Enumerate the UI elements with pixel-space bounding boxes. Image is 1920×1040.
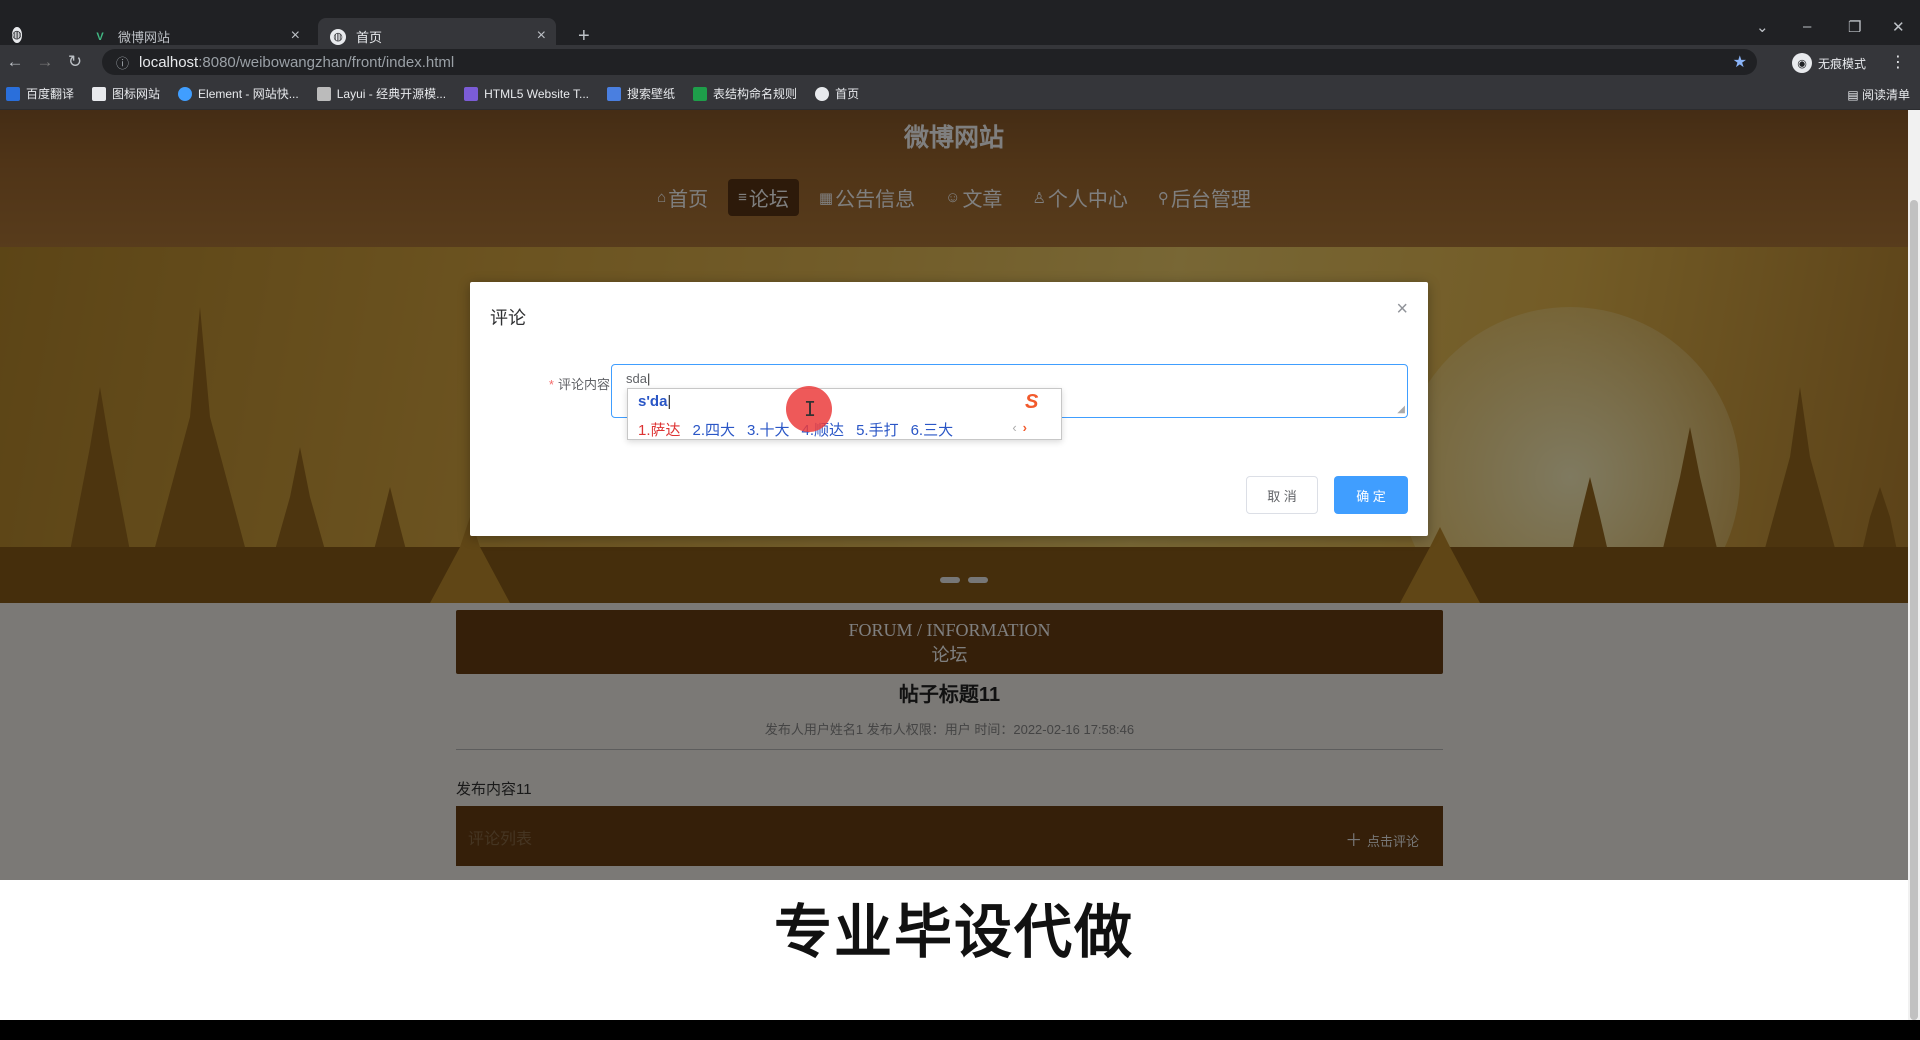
watermark-text: 专业毕设代做 bbox=[773, 900, 1134, 965]
vue-icon: V bbox=[96, 30, 104, 43]
browser-toolbar: ← → ↻ ⓘ localhost:8080/weibowangzhan/fro… bbox=[0, 45, 1920, 78]
tab-home-title: 首页 bbox=[356, 30, 383, 45]
url-host: localhost bbox=[139, 53, 199, 71]
incognito-indicator[interactable]: ◉ 无痕模式 bbox=[1792, 53, 1866, 73]
ime-candidate[interactable]: 2.四大 bbox=[693, 419, 736, 440]
ime-candidate-window: s'da| S 1.萨达 2.四大 3.十大 4.顺达 5.手打 6.三大 ‹› bbox=[627, 388, 1062, 440]
cancel-button[interactable]: 取 消 bbox=[1246, 476, 1318, 514]
ime-candidate[interactable]: 3.十大 bbox=[747, 419, 790, 440]
reading-list-label: 阅读清单 bbox=[1861, 88, 1910, 102]
chevron-left-icon[interactable]: ‹ bbox=[1012, 420, 1022, 435]
web-page: 微博网站 ⌂首页 ≡论坛 ▦公告信息 ☺文章 ♙个人中心 ⚲后台管理 bbox=[0, 110, 1908, 1020]
element-icon bbox=[178, 86, 193, 101]
bookmark-label: HTML5 Website T... bbox=[484, 86, 590, 101]
incognito-icon: ◉ bbox=[1792, 53, 1812, 73]
bookmark-label: Layui - 经典开源模... bbox=[336, 87, 447, 101]
resize-grip-icon[interactable]: ◢ bbox=[1397, 404, 1405, 415]
minimize-icon[interactable]: – bbox=[1803, 18, 1811, 35]
reading-list[interactable]: ▤ 阅读清单 bbox=[1847, 86, 1910, 103]
sogou-logo-icon: S bbox=[1025, 391, 1039, 413]
url-path: :8080/weibowangzhan/front/index.html bbox=[198, 53, 455, 71]
bookmark-label: Element - 网站快... bbox=[198, 87, 299, 101]
required-mark: * bbox=[548, 377, 554, 392]
close-window-icon[interactable]: ✕ bbox=[1892, 18, 1905, 36]
screen-bottom-edge bbox=[0, 1020, 1920, 1040]
reading-list-icon: ▤ bbox=[1847, 88, 1862, 102]
globe-icon bbox=[815, 86, 830, 101]
close-icon[interactable]: × bbox=[291, 27, 300, 45]
close-icon[interactable]: × bbox=[1396, 298, 1408, 321]
bookmark-item[interactable]: 表结构命名规则 bbox=[693, 85, 797, 102]
tab-weibo-title: 微博网站 bbox=[118, 30, 171, 45]
sheet-icon bbox=[693, 86, 708, 101]
bookmark-label: 百度翻译 bbox=[26, 87, 75, 101]
ime-candidate[interactable]: 6.三大 bbox=[911, 419, 954, 440]
wallpaper-icon bbox=[607, 86, 622, 101]
page-scrollbar[interactable] bbox=[1908, 110, 1920, 1020]
text-cursor-icon: I bbox=[804, 397, 817, 421]
comment-textarea-value: sda bbox=[626, 371, 647, 386]
incognito-label: 无痕模式 bbox=[1818, 56, 1867, 71]
bookmark-label: 图标网站 bbox=[112, 87, 161, 101]
chevron-right-icon[interactable]: › bbox=[1023, 420, 1033, 435]
address-bar[interactable]: ⓘ localhost:8080/weibowangzhan/front/ind… bbox=[102, 49, 1757, 75]
bookmark-item[interactable]: 搜索壁纸 bbox=[607, 85, 675, 102]
comment-field-label-text: 评论内容 bbox=[557, 377, 610, 392]
scrollbar-thumb[interactable] bbox=[1910, 200, 1918, 1020]
globe-icon: ◍ bbox=[330, 28, 346, 45]
ime-composition: s'da| bbox=[638, 393, 672, 410]
layui-icon bbox=[316, 86, 331, 101]
confirm-button[interactable]: 确 定 bbox=[1334, 476, 1408, 514]
ime-candidate[interactable]: 1.萨达 bbox=[638, 419, 681, 440]
bookmark-item[interactable]: 图标网站 bbox=[92, 85, 160, 102]
html5-icon bbox=[464, 86, 479, 101]
forward-icon[interactable]: → bbox=[30, 52, 60, 72]
ime-candidate[interactable]: 5.手打 bbox=[856, 419, 899, 440]
dialog-title: 评论 bbox=[490, 308, 526, 328]
restore-icon[interactable]: ❐ bbox=[1848, 18, 1861, 36]
bookmarks-bar: 百度翻译 图标网站 Element - 网站快... Layui - 经典开源模… bbox=[0, 78, 1920, 110]
flag-icon bbox=[92, 86, 107, 101]
reload-icon[interactable]: ↻ bbox=[60, 52, 90, 72]
more-menu-icon[interactable]: ⋮ bbox=[1890, 52, 1906, 72]
bookmark-item[interactable]: Element - 网站快... bbox=[178, 85, 299, 102]
comment-field-label: * 评论内容 bbox=[510, 374, 610, 393]
bookmark-label: 首页 bbox=[835, 87, 860, 101]
close-icon[interactable]: × bbox=[537, 27, 546, 45]
info-icon[interactable]: ⓘ bbox=[116, 53, 129, 72]
translate-icon bbox=[6, 86, 20, 101]
bookmark-item[interactable]: Layui - 经典开源模... bbox=[316, 85, 447, 102]
bookmark-label: 搜索壁纸 bbox=[627, 87, 676, 101]
ime-page-nav[interactable]: ‹› bbox=[1012, 420, 1033, 435]
bookmark-item[interactable]: 百度翻译 bbox=[6, 85, 74, 102]
bookmark-item[interactable]: HTML5 Website T... bbox=[464, 86, 590, 101]
bookmark-label: 表结构命名规则 bbox=[713, 87, 798, 101]
bookmark-item[interactable]: 首页 bbox=[815, 85, 859, 102]
ime-composition-text: s'da bbox=[638, 393, 668, 410]
back-icon[interactable]: ← bbox=[0, 52, 30, 72]
tab-search-icon[interactable]: ⌄ bbox=[1756, 18, 1769, 36]
bookmark-star-icon[interactable]: ★ bbox=[1733, 52, 1747, 72]
